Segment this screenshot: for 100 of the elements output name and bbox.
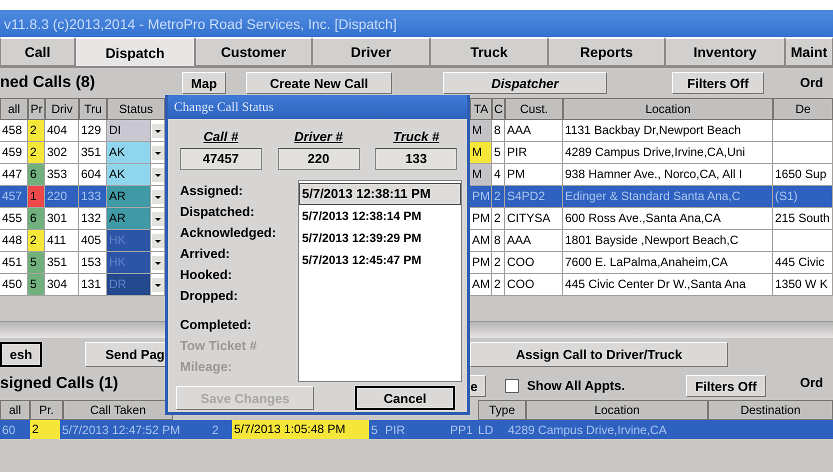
tab[interactable]: Call	[0, 37, 75, 66]
table-cell: 5	[492, 142, 505, 164]
tab[interactable]: Maint	[785, 37, 833, 66]
status-cell: DR	[107, 274, 151, 296]
status-cell: AK	[107, 164, 151, 186]
column-header[interactable]: Type	[478, 400, 526, 420]
dropdown-icon[interactable]	[152, 168, 164, 182]
tab[interactable]: Driver	[312, 37, 430, 66]
table-cell: 451	[0, 252, 28, 274]
table-cell: PM	[470, 208, 492, 230]
table-cell: 2	[492, 274, 505, 296]
table-cell: 353	[45, 164, 79, 186]
column-header[interactable]: C	[492, 98, 505, 120]
table-cell: 7600 E. LaPalma,Anaheim,CA	[563, 252, 773, 274]
dropdown-icon[interactable]	[152, 212, 164, 226]
table-cell: AAA	[505, 120, 563, 142]
table-cell: 301	[45, 208, 79, 230]
timestamp-value[interactable]: 5/7/2013 12:45:47 PM	[299, 249, 461, 271]
tab[interactable]: Dispatch	[75, 37, 195, 66]
dialog-button[interactable]: Cancel	[355, 386, 455, 410]
column-header[interactable]: Location	[563, 98, 773, 120]
table-cell	[773, 230, 833, 252]
column-header[interactable]: TA	[470, 98, 492, 120]
section-heading: signed Calls (1)	[0, 375, 118, 393]
table-cell: 447	[0, 164, 28, 186]
table-cell: PM	[470, 252, 492, 274]
tab[interactable]: Customer	[195, 37, 312, 66]
dropdown-icon[interactable]	[152, 190, 164, 204]
timestamp-value[interactable]: 5/7/2013 12:38:14 PM	[299, 205, 461, 227]
dropdown-icon[interactable]	[152, 256, 164, 270]
status-cell: DI	[107, 120, 151, 142]
dropdown-icon[interactable]	[152, 278, 164, 292]
table-cell: 1801 Bayside ,Newport Beach,C	[563, 230, 773, 252]
tab[interactable]: Inventory	[665, 37, 785, 66]
column-header[interactable]: Cust.	[505, 98, 563, 120]
table-cell: 600 Ross Ave.,Santa Ana,CA	[563, 208, 773, 230]
table-cell-text: 4289 Campus Drive,Irvine,CA	[507, 422, 667, 436]
timestamp-value[interactable]: 5/7/2013 12:38:11 PM	[299, 183, 461, 205]
column-header[interactable]: Pr.	[30, 400, 63, 420]
timestamp-value[interactable]: 5/7/2013 12:39:29 PM	[299, 227, 461, 249]
table-cell: 220	[45, 186, 79, 208]
table-cell-text: PIR	[384, 422, 406, 436]
column-header[interactable]: Status	[107, 98, 165, 120]
table-cell: 132	[79, 208, 107, 230]
table-cell-text: 60	[1, 422, 16, 436]
table-cell: 458	[0, 120, 28, 142]
priority-cell: 1	[28, 186, 45, 208]
table-cell: 302	[45, 142, 79, 164]
table-cell: 131	[79, 274, 107, 296]
table-cell: PIR	[505, 142, 563, 164]
tab[interactable]: Truck	[430, 37, 548, 66]
table-cell: COO	[505, 274, 563, 296]
table-cell: 129	[79, 120, 107, 142]
column-header[interactable]: all	[0, 400, 30, 420]
checkbox-label: Show All Appts.	[527, 378, 625, 393]
toolbar-button[interactable]: Filters Off	[672, 72, 764, 94]
toolbar-button[interactable]: Create New Call	[246, 72, 392, 94]
toolbar-button[interactable]: Dispatcher	[443, 72, 607, 94]
priority-cell: 2	[28, 120, 45, 142]
table-row[interactable]: 60 2 5/7/2013 12:47:52 PM 2 5/7/2013 1:05:48 PM 5 PIR PP1 LD 4289 Campus Drive,Irvine,CA	[0, 420, 833, 439]
table-cell: Edinger & Standard Santa Ana,C	[563, 186, 773, 208]
table-cell: 459	[0, 142, 28, 164]
section-heading: ned Calls (8)	[0, 74, 96, 92]
table-cell: 4289 Campus Drive,Irvine,CA,Uni	[563, 142, 773, 164]
status-cell: AR	[107, 186, 151, 208]
table-cell: 1650 Sup	[773, 164, 833, 186]
table-cell: 1131 Backbay Dr,Newport Beach	[563, 120, 773, 142]
column-header[interactable]: Location	[526, 400, 708, 420]
dropdown-icon[interactable]	[152, 124, 164, 138]
toolbar-button[interactable]: Filters Off	[686, 375, 766, 397]
action-button[interactable]: esh	[0, 342, 42, 367]
priority-cell: 5	[28, 274, 45, 296]
dropdown-icon[interactable]	[152, 234, 164, 248]
field-label: Dispatched:	[180, 203, 256, 221]
column-header[interactable]: all	[0, 98, 28, 120]
column-header[interactable]: De	[773, 98, 833, 120]
priority-cell: 2	[28, 230, 45, 252]
status-cell: AK	[107, 142, 151, 164]
column-header[interactable]: Destination	[708, 400, 833, 420]
checkbox[interactable]	[505, 378, 519, 392]
table-cell	[773, 142, 833, 164]
table-cell-text: 2	[211, 422, 220, 436]
column-header[interactable]: Call Taken	[63, 400, 173, 420]
field-label: Hooked:	[180, 266, 233, 284]
status-cell: AR	[107, 208, 151, 230]
table-cell: 8	[492, 120, 505, 142]
column-header[interactable]: Tru	[79, 98, 107, 120]
toolbar-button[interactable]: Map	[182, 72, 226, 94]
order-label: Ord	[800, 75, 824, 90]
table-cell: COO	[505, 252, 563, 274]
tab[interactable]: Reports	[548, 37, 665, 66]
table-cell: M	[470, 164, 492, 186]
action-button[interactable]: Assign Call to Driver/Truck	[470, 342, 728, 367]
field-label: Driver #	[294, 129, 343, 144]
table-cell: 455	[0, 208, 28, 230]
table-cell: 8	[492, 230, 505, 252]
column-header[interactable]: Driv	[45, 98, 79, 120]
timestamp-list[interactable]: 5/7/2013 12:38:11 PM 5/7/2013 12:38:14 PM 5/7/2013 12:39:29 PM 5/7/2013 12:45:47 PM	[298, 180, 462, 382]
column-header[interactable]: Pr	[28, 98, 45, 120]
dropdown-icon[interactable]	[152, 146, 164, 160]
